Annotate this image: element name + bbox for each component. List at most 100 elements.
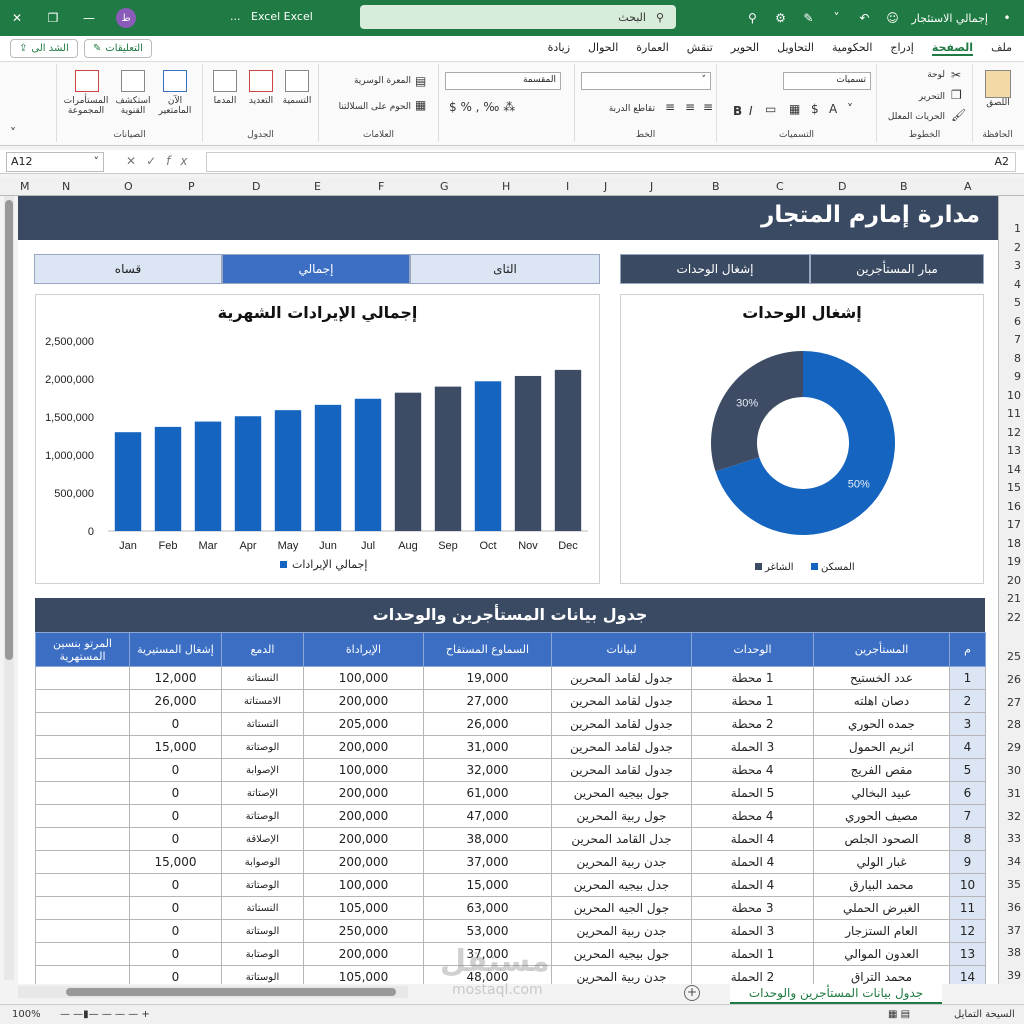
table-cell[interactable]: 8 xyxy=(949,827,986,851)
table-cell[interactable] xyxy=(35,965,130,984)
name-box[interactable]: A12 ˅ xyxy=(6,152,104,172)
table-cell[interactable] xyxy=(35,712,130,736)
table-cell[interactable]: عبيد البخالي xyxy=(813,781,950,805)
table-cell[interactable]: 15,000 xyxy=(129,735,222,759)
col-header[interactable]: A xyxy=(964,180,972,193)
table-cell[interactable]: 2 الحملة xyxy=(691,965,814,984)
underline-icon[interactable]: ▭ xyxy=(765,102,776,116)
table-cell[interactable]: 26,000 xyxy=(129,689,222,713)
table-cell[interactable]: 100,000 xyxy=(303,666,424,690)
conditional-format-icon[interactable]: ▤ xyxy=(415,74,426,88)
add-sheet-button[interactable]: + xyxy=(684,985,700,1001)
table-row[interactable]: 3 جمده الحوري 2 محطة جدول لقامد المحرين 26,0… xyxy=(35,712,986,736)
table-cell[interactable]: 38,000 xyxy=(423,827,552,851)
table-cell[interactable] xyxy=(35,942,130,966)
search-box[interactable]: البحث ⚲ xyxy=(360,5,676,29)
cancel-icon[interactable]: ✕ xyxy=(126,154,146,168)
row-header[interactable]: 8 xyxy=(1014,352,1021,365)
align-left-icon[interactable]: ≡ xyxy=(665,100,675,114)
table-cell[interactable]: 1 الحملة xyxy=(691,942,814,966)
explore-icon[interactable] xyxy=(121,70,145,92)
table-cell[interactable]: 4 الحملة xyxy=(691,873,814,897)
table-header-cell[interactable]: إشغال المستيرية xyxy=(129,632,222,667)
table-cell[interactable]: جدل القامد المحرين xyxy=(551,827,692,851)
table-cell[interactable]: 200,000 xyxy=(303,804,424,828)
enter-icon[interactable]: ✓ xyxy=(146,154,166,168)
tab-4[interactable]: التحاويل xyxy=(777,41,814,56)
scroll-thumb[interactable] xyxy=(5,200,13,660)
row-header[interactable]: 36 xyxy=(1007,901,1021,914)
table-row[interactable]: 11 الغبرض الحملي 3 محطة جول الجيه المحرين 63… xyxy=(35,896,986,920)
row-header[interactable]: 29 xyxy=(1007,741,1021,754)
table-cell[interactable]: 3 محطة xyxy=(691,896,814,920)
user-icon[interactable]: ☺ xyxy=(883,9,901,27)
table-cell[interactable]: محمد التراق xyxy=(813,965,950,984)
col-header[interactable]: P xyxy=(188,180,195,193)
table-row[interactable]: 7 مصيف الحوري 4 محطة جول ربية المحرين 47,000… xyxy=(35,804,986,828)
row-header[interactable]: 27 xyxy=(1007,696,1021,709)
table-cell[interactable]: 0 xyxy=(129,896,222,920)
formula-input[interactable]: A2 xyxy=(206,152,1016,172)
row-header[interactable]: 10 xyxy=(1007,389,1021,402)
row-header[interactable]: 30 xyxy=(1007,764,1021,777)
tab-8[interactable]: الحوال xyxy=(588,41,618,56)
col-header[interactable]: O xyxy=(124,180,133,193)
vertical-scrollbar[interactable] xyxy=(4,196,14,980)
borders-icon[interactable]: ▦ xyxy=(789,102,800,116)
table-cell[interactable]: 0 xyxy=(129,712,222,736)
percent-icon[interactable]: $ % , ‰ ⁂ xyxy=(449,100,515,114)
undo-icon[interactable]: ↶ xyxy=(855,9,873,27)
table-row[interactable]: 8 الصحود الجلص 4 الحملة جدل القامد المحرين 3… xyxy=(35,827,986,851)
table-cell[interactable]: الغبرض الحملي xyxy=(813,896,950,920)
row-header[interactable]: 21 xyxy=(1007,592,1021,605)
row-header[interactable]: 39 xyxy=(1007,969,1021,982)
align-center-icon[interactable]: ≡ xyxy=(685,100,695,114)
tab-7[interactable]: العمارة xyxy=(636,41,669,56)
align-right-icon[interactable]: ≡ xyxy=(703,100,713,114)
row-header[interactable]: 5 xyxy=(1014,296,1021,309)
autosave-icon[interactable]: ⚲ xyxy=(743,9,761,27)
cut-label[interactable]: لوحة xyxy=(883,70,945,80)
segment-option[interactable]: الثاى xyxy=(410,254,600,284)
table-cell[interactable]: جول الجيه المحرين xyxy=(551,896,692,920)
table-cell[interactable]: 4 الحملة xyxy=(691,850,814,874)
col-header[interactable]: F xyxy=(378,180,384,193)
row-header[interactable]: 12 xyxy=(1007,426,1021,439)
row-header[interactable]: 13 xyxy=(1007,444,1021,457)
table-cell[interactable]: 1 محطة xyxy=(691,666,814,690)
table-cell[interactable]: 200,000 xyxy=(303,942,424,966)
table-cell[interactable]: اثريم الحمول xyxy=(813,735,950,759)
table-cell[interactable]: 200,000 xyxy=(303,781,424,805)
currency-icon[interactable]: $ xyxy=(811,102,819,116)
tab-5[interactable]: الحوير xyxy=(731,41,759,56)
table-header-cell[interactable]: الوحدات xyxy=(691,632,814,667)
function-icon[interactable]: fx xyxy=(166,154,197,168)
table-cell[interactable]: 15,000 xyxy=(129,850,222,874)
delete-cells-label[interactable]: التعديد xyxy=(243,96,279,106)
tab-3[interactable]: الحكومية xyxy=(832,41,872,56)
col-header[interactable]: C xyxy=(776,180,784,193)
table-cell[interactable] xyxy=(35,850,130,874)
segment-option[interactable]: قساه xyxy=(34,254,222,284)
col-header[interactable]: G xyxy=(440,180,449,193)
table-row[interactable]: 4 اثريم الحمول 3 الحملة جدول لقامد المحرين 3… xyxy=(35,735,986,759)
table-cell[interactable]: 12 xyxy=(949,919,986,943)
table-row[interactable]: 6 عبيد البخالي 5 الحملة جول بيجيه المحرين 61… xyxy=(35,781,986,805)
table-cell[interactable] xyxy=(35,827,130,851)
table-format-icon[interactable]: ▦ xyxy=(415,98,426,112)
size-dropdown[interactable]: ˅ xyxy=(581,72,711,90)
table-cell[interactable]: 47,000 xyxy=(423,804,552,828)
table-cell[interactable]: 61,000 xyxy=(423,781,552,805)
cut-icon[interactable]: ✂ xyxy=(951,68,961,82)
table-cell[interactable]: جدول لقامد المحرين xyxy=(551,758,692,782)
copy-icon[interactable]: ❐ xyxy=(951,88,962,102)
row-header[interactable]: 11 xyxy=(1007,407,1021,420)
table-cell[interactable]: غبار الولي xyxy=(813,850,950,874)
table-row[interactable]: 10 محمد البيارق 4 الحملة جدل بيجيه المحرين 1… xyxy=(35,873,986,897)
table-header-cell[interactable]: الدمع xyxy=(221,632,304,667)
restore-icon[interactable]: ❐ xyxy=(44,9,62,27)
table-cell[interactable] xyxy=(35,896,130,920)
table-cell[interactable] xyxy=(35,758,130,782)
row-header[interactable]: 26 xyxy=(1007,673,1021,686)
table-cell[interactable]: محمد البيارق xyxy=(813,873,950,897)
